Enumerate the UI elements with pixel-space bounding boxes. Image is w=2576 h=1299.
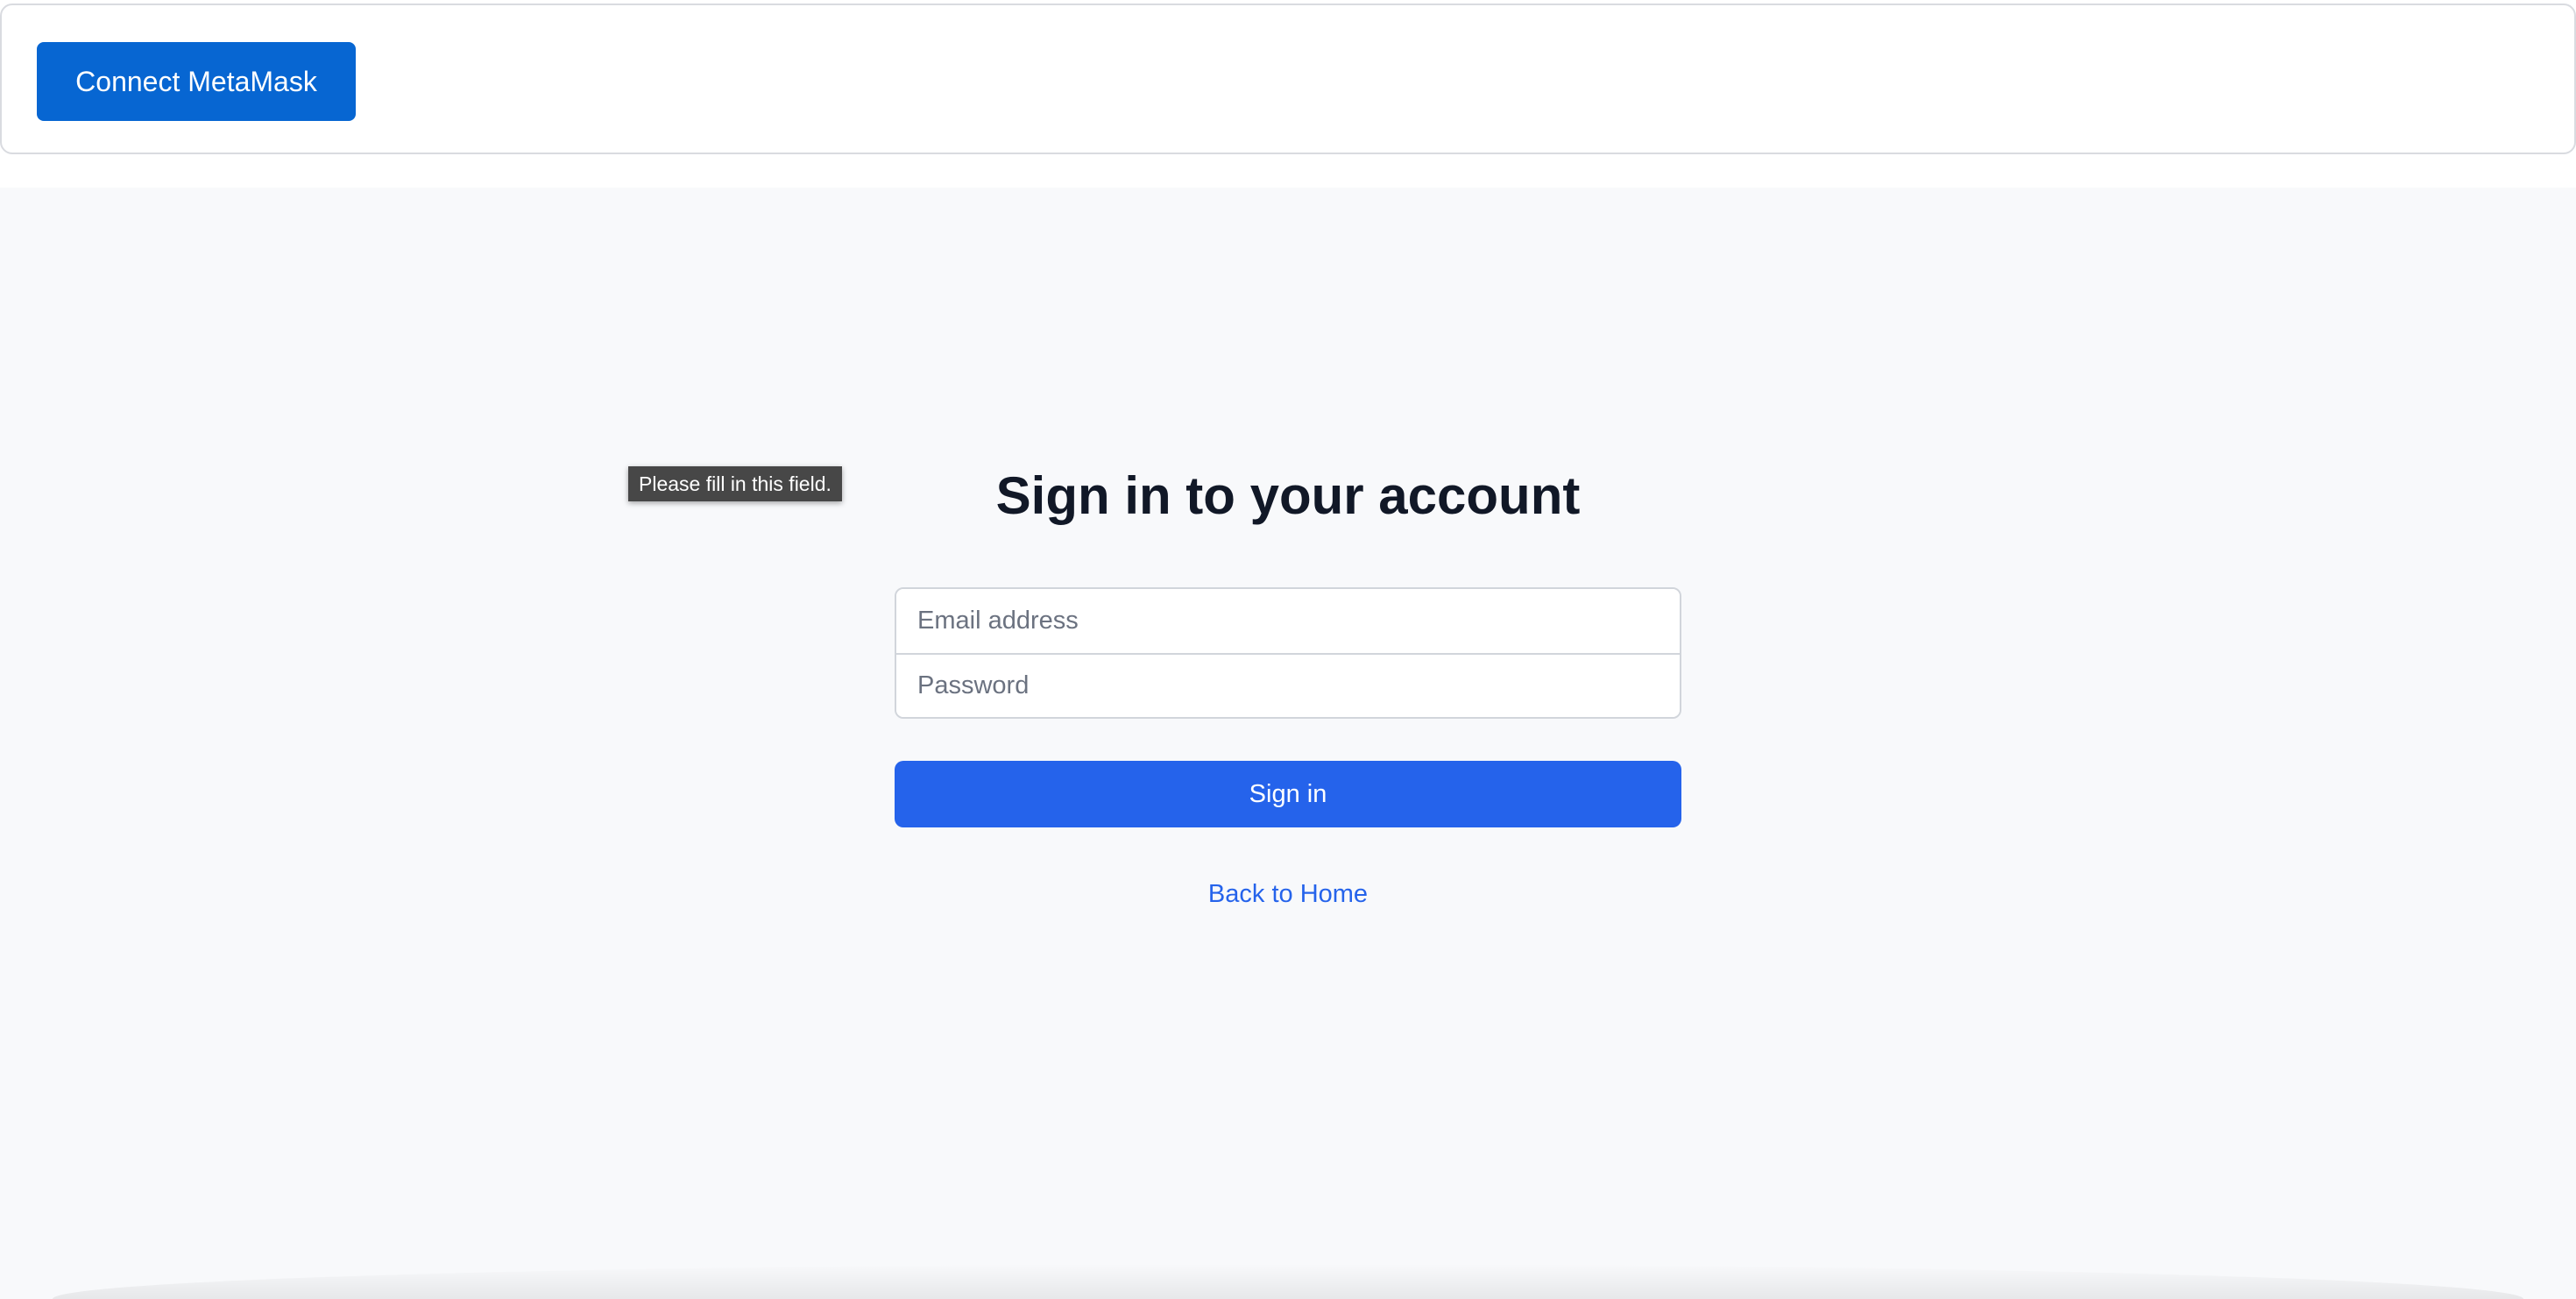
signin-form-fields — [895, 587, 1681, 719]
top-bar: Connect MetaMask — [0, 4, 2576, 154]
page-title: Sign in to your account — [995, 466, 1581, 525]
sign-in-button[interactable]: Sign in — [895, 761, 1681, 827]
email-field[interactable] — [896, 589, 1680, 653]
validation-tooltip: Please fill in this field. — [628, 466, 842, 501]
back-link-row: Back to Home — [0, 877, 2576, 912]
back-to-home-link[interactable]: Back to Home — [1208, 880, 1368, 908]
signin-page — [0, 188, 2576, 1299]
bottom-shadow — [53, 1264, 2523, 1299]
connect-metamask-button[interactable]: Connect MetaMask — [37, 42, 356, 121]
password-field[interactable] — [896, 653, 1680, 717]
